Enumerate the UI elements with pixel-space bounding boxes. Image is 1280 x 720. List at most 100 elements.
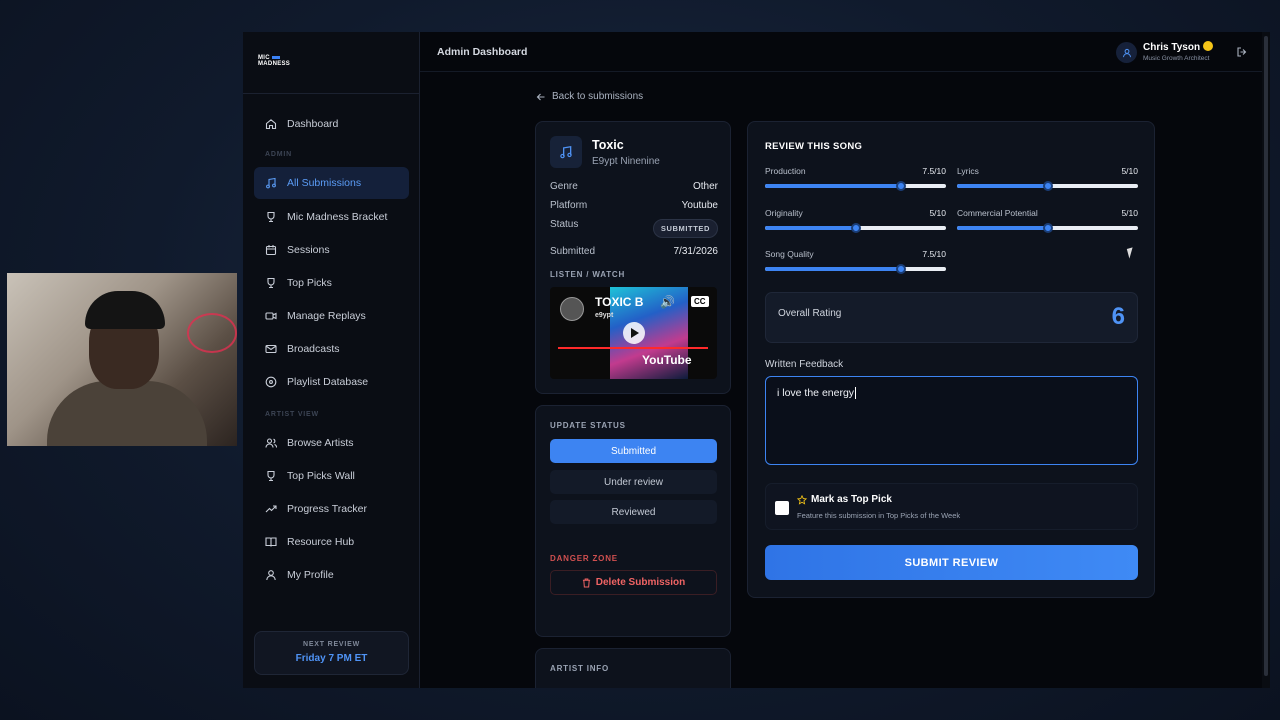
platform-value: Youtube (681, 200, 718, 211)
lyrics-slider[interactable]: Lyrics 5/10 (957, 166, 1138, 191)
originality-slider[interactable]: Originality 5/10 (765, 208, 946, 233)
slider-handle[interactable] (850, 223, 861, 233)
slider-value: 7.5/10 (922, 249, 946, 259)
genre-value: Other (692, 181, 718, 192)
slider-handle[interactable] (895, 264, 906, 274)
slider-value: 5/10 (929, 208, 946, 218)
user-icon (1122, 48, 1131, 57)
platform-label: Platform (550, 200, 588, 211)
slider-fill (957, 226, 1048, 230)
slider-label: Commercial Potential (957, 208, 1038, 218)
slider-fill (957, 184, 1048, 188)
trash-icon (582, 577, 590, 588)
webcam-overlay (7, 273, 237, 446)
youtube-logo: YouTube (642, 353, 692, 367)
user-icon (265, 569, 277, 581)
review-heading: REVIEW THIS SONG (765, 141, 863, 152)
person-cap (85, 291, 165, 329)
top-bar: Admin Dashboard Chris Tyson Music Growth… (420, 32, 1270, 72)
review-card: REVIEW THIS SONG Production 7.5/10 Lyrics… (747, 121, 1155, 598)
update-status-card: UPDATE STATUS Submitted Under review Rev… (535, 405, 731, 637)
sidebar-divider (243, 93, 420, 94)
sidebar-item-all-submissions[interactable]: All Submissions (254, 167, 409, 199)
sidebar-item-browse-artists[interactable]: Browse Artists (254, 427, 409, 459)
logout-icon[interactable] (1236, 46, 1248, 58)
slider-fill (765, 226, 856, 230)
slider-label: Lyrics (957, 166, 979, 176)
slider-handle[interactable] (1042, 223, 1053, 233)
youtube-embed[interactable]: TOXIC B e9ypt 🔊 CC YouTube (550, 287, 717, 379)
home-icon (265, 118, 277, 130)
next-review-card: NEXT REVIEW Friday 7 PM ET (254, 631, 409, 675)
sidebar-item-top-picks-wall[interactable]: Top Picks Wall (254, 460, 409, 492)
sidebar-item-manage-replays[interactable]: Manage Replays (254, 300, 409, 332)
next-review-value: Friday 7 PM ET (295, 653, 368, 664)
mail-icon (265, 343, 277, 355)
commercial-potential-slider[interactable]: Commercial Potential 5/10 (957, 208, 1138, 233)
feedback-text: i love the energy (777, 387, 855, 399)
avatar[interactable] (1116, 42, 1137, 63)
update-status-label: UPDATE STATUS (550, 421, 626, 430)
slider-handle[interactable] (895, 181, 906, 191)
platform-row: Platform Youtube (550, 200, 718, 211)
person-body (47, 381, 207, 446)
sidebar-item-sessions[interactable]: Sessions (254, 234, 409, 266)
disc-icon (265, 376, 277, 388)
volume-icon[interactable]: 🔊 (660, 295, 675, 309)
delete-submission-button[interactable]: Delete Submission (550, 570, 717, 595)
play-icon[interactable] (623, 322, 645, 344)
sidebar-item-playlist-database[interactable]: Playlist Database (254, 366, 409, 398)
production-slider[interactable]: Production 7.5/10 (765, 166, 946, 191)
music-note-icon (265, 177, 277, 189)
sidebar-item-label: Sessions (287, 244, 330, 256)
slider-track[interactable] (957, 181, 1138, 191)
submitted-value: 7/31/2026 (673, 246, 719, 257)
scrollbar[interactable] (1262, 32, 1270, 688)
overall-rating-label: Overall Rating (778, 308, 842, 319)
video-progress-bar (558, 347, 708, 349)
listen-watch-label: LISTEN / WATCH (550, 270, 626, 279)
neon-sign (187, 313, 237, 353)
back-to-submissions-link[interactable]: Back to submissions (536, 91, 643, 102)
slider-handle[interactable] (1042, 181, 1053, 191)
submitted-row: Submitted 7/31/2026 (550, 246, 718, 257)
status-label: Status (550, 219, 579, 230)
sidebar-item-dashboard[interactable]: Dashboard (254, 108, 409, 140)
slider-track[interactable] (765, 264, 946, 274)
slider-label: Originality (765, 208, 803, 218)
star-icon (797, 494, 807, 505)
sidebar-item-resource-hub[interactable]: Resource Hub (254, 526, 409, 558)
sidebar-item-progress-tracker[interactable]: Progress Tracker (254, 493, 409, 525)
sidebar-item-mic-madness-bracket[interactable]: Mic Madness Bracket (254, 201, 409, 233)
status-submitted-button[interactable]: Submitted (550, 439, 717, 463)
status-reviewed-button[interactable]: Reviewed (550, 500, 717, 524)
status-badge: SUBMITTED (652, 219, 718, 238)
sidebar-item-broadcasts[interactable]: Broadcasts (254, 333, 409, 365)
top-pick-description: Feature this submission in Top Picks of … (797, 511, 961, 520)
sidebar-item-my-profile[interactable]: My Profile (254, 559, 409, 591)
slider-track[interactable] (765, 223, 946, 233)
artist-section-label: ARTIST VIEW (265, 411, 319, 418)
song-quality-slider[interactable]: Song Quality 7.5/10 (765, 249, 946, 274)
written-feedback-textarea[interactable]: i love the energy (765, 376, 1138, 465)
status-under-review-button[interactable]: Under review (550, 470, 717, 494)
submit-review-button[interactable]: SUBMIT REVIEW (765, 545, 1138, 580)
sidebar-item-label: Browse Artists (287, 437, 354, 449)
delete-label: Delete Submission (595, 577, 686, 588)
app-logo[interactable]: MIC MADNESS (258, 52, 290, 72)
user-name: Chris Tyson (1143, 41, 1214, 53)
top-pick-checkbox[interactable] (775, 501, 789, 515)
sidebar-item-label: Resource Hub (287, 536, 355, 548)
video-channel: e9ypt (595, 312, 614, 319)
users-icon (265, 437, 277, 449)
scrollbar-thumb[interactable] (1264, 36, 1268, 676)
slider-track[interactable] (765, 181, 946, 191)
sidebar-item-label: Mic Madness Bracket (287, 211, 388, 223)
sidebar-item-top-picks[interactable]: Top Picks (254, 267, 409, 299)
captions-button[interactable]: CC (691, 296, 709, 307)
written-feedback-label: Written Feedback (765, 359, 844, 370)
sidebar-item-label: Broadcasts (287, 343, 340, 355)
top-pick-option[interactable]: Mark as Top Pick Feature this submission… (765, 483, 1138, 530)
sidebar-item-label: All Submissions (287, 177, 362, 189)
slider-track[interactable] (957, 223, 1138, 233)
